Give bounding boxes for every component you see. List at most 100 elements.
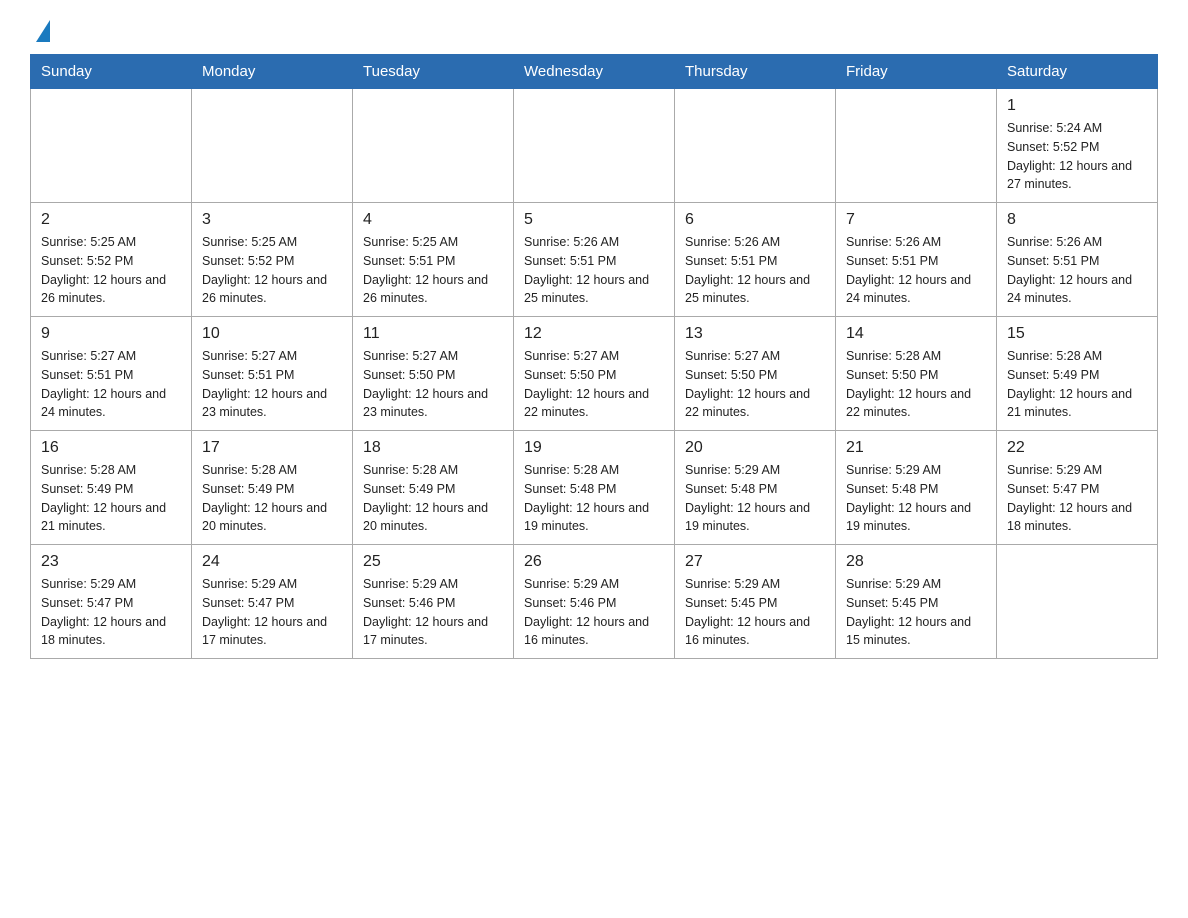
calendar-day-cell: 4 Sunrise: 5:25 AM Sunset: 5:51 PM Daylig… xyxy=(353,203,514,317)
calendar-day-cell: 11 Sunrise: 5:27 AM Sunset: 5:50 PM Dayli… xyxy=(353,317,514,431)
day-info: Sunrise: 5:25 AM Sunset: 5:52 PM Dayligh… xyxy=(202,233,342,308)
header xyxy=(30,20,1158,44)
day-info: Sunrise: 5:28 AM Sunset: 5:48 PM Dayligh… xyxy=(524,461,664,536)
day-info: Sunrise: 5:27 AM Sunset: 5:50 PM Dayligh… xyxy=(363,347,503,422)
day-info: Sunrise: 5:29 AM Sunset: 5:46 PM Dayligh… xyxy=(524,575,664,650)
calendar-day-cell: 19 Sunrise: 5:28 AM Sunset: 5:48 PM Dayli… xyxy=(514,431,675,545)
logo-triangle-icon xyxy=(36,20,50,42)
calendar-day-cell: 16 Sunrise: 5:28 AM Sunset: 5:49 PM Dayli… xyxy=(31,431,192,545)
day-number: 3 xyxy=(202,211,342,229)
day-number: 1 xyxy=(1007,97,1147,115)
calendar-day-cell: 27 Sunrise: 5:29 AM Sunset: 5:45 PM Dayli… xyxy=(675,545,836,659)
day-number: 18 xyxy=(363,439,503,457)
day-number: 5 xyxy=(524,211,664,229)
day-number: 25 xyxy=(363,553,503,571)
calendar-week-row: 1 Sunrise: 5:24 AM Sunset: 5:52 PM Daylig… xyxy=(31,89,1158,203)
day-number: 15 xyxy=(1007,325,1147,343)
calendar-week-row: 16 Sunrise: 5:28 AM Sunset: 5:49 PM Dayli… xyxy=(31,431,1158,545)
day-info: Sunrise: 5:25 AM Sunset: 5:52 PM Dayligh… xyxy=(41,233,181,308)
calendar-day-cell: 3 Sunrise: 5:25 AM Sunset: 5:52 PM Daylig… xyxy=(192,203,353,317)
day-of-week-header: Saturday xyxy=(997,55,1158,89)
calendar-day-cell xyxy=(997,545,1158,659)
day-number: 23 xyxy=(41,553,181,571)
calendar-day-cell: 23 Sunrise: 5:29 AM Sunset: 5:47 PM Dayli… xyxy=(31,545,192,659)
day-number: 11 xyxy=(363,325,503,343)
day-info: Sunrise: 5:29 AM Sunset: 5:45 PM Dayligh… xyxy=(685,575,825,650)
calendar-day-cell: 1 Sunrise: 5:24 AM Sunset: 5:52 PM Daylig… xyxy=(997,89,1158,203)
day-number: 26 xyxy=(524,553,664,571)
calendar-day-cell: 14 Sunrise: 5:28 AM Sunset: 5:50 PM Dayli… xyxy=(836,317,997,431)
day-of-week-header: Sunday xyxy=(31,55,192,89)
calendar-day-cell: 24Sunrise: 5:29 AM Sunset: 5:47 PM Dayli… xyxy=(192,545,353,659)
day-info: Sunrise: 5:26 AM Sunset: 5:51 PM Dayligh… xyxy=(685,233,825,308)
calendar-day-cell: 2 Sunrise: 5:25 AM Sunset: 5:52 PM Daylig… xyxy=(31,203,192,317)
day-info: Sunrise: 5:26 AM Sunset: 5:51 PM Dayligh… xyxy=(846,233,986,308)
day-number: 10 xyxy=(202,325,342,343)
calendar-day-cell xyxy=(353,89,514,203)
day-of-week-header: Thursday xyxy=(675,55,836,89)
day-info: Sunrise: 5:29 AM Sunset: 5:47 PM Dayligh… xyxy=(41,575,181,650)
day-number: 20 xyxy=(685,439,825,457)
calendar-day-cell: 20 Sunrise: 5:29 AM Sunset: 5:48 PM Dayli… xyxy=(675,431,836,545)
calendar-day-cell: 12 Sunrise: 5:27 AM Sunset: 5:50 PM Dayli… xyxy=(514,317,675,431)
day-number: 16 xyxy=(41,439,181,457)
day-info: Sunrise: 5:24 AM Sunset: 5:52 PM Dayligh… xyxy=(1007,119,1147,194)
day-info: Sunrise: 5:26 AM Sunset: 5:51 PM Dayligh… xyxy=(1007,233,1147,308)
calendar-day-cell: 7 Sunrise: 5:26 AM Sunset: 5:51 PM Daylig… xyxy=(836,203,997,317)
calendar-day-cell xyxy=(514,89,675,203)
day-number: 12 xyxy=(524,325,664,343)
day-info: Sunrise: 5:27 AM Sunset: 5:50 PM Dayligh… xyxy=(524,347,664,422)
calendar-table: SundayMondayTuesdayWednesdayThursdayFrid… xyxy=(30,54,1158,659)
calendar-day-cell: 17 Sunrise: 5:28 AM Sunset: 5:49 PM Dayli… xyxy=(192,431,353,545)
day-info: Sunrise: 5:28 AM Sunset: 5:49 PM Dayligh… xyxy=(363,461,503,536)
day-info: Sunrise: 5:28 AM Sunset: 5:49 PM Dayligh… xyxy=(41,461,181,536)
calendar-day-cell: 9 Sunrise: 5:27 AM Sunset: 5:51 PM Daylig… xyxy=(31,317,192,431)
calendar-week-row: 23 Sunrise: 5:29 AM Sunset: 5:47 PM Dayli… xyxy=(31,545,1158,659)
logo xyxy=(30,20,50,44)
day-number: 21 xyxy=(846,439,986,457)
day-info: Sunrise: 5:25 AM Sunset: 5:51 PM Dayligh… xyxy=(363,233,503,308)
day-number: 8 xyxy=(1007,211,1147,229)
day-number: 7 xyxy=(846,211,986,229)
day-info: Sunrise: 5:27 AM Sunset: 5:51 PM Dayligh… xyxy=(202,347,342,422)
days-header-row: SundayMondayTuesdayWednesdayThursdayFrid… xyxy=(31,55,1158,89)
calendar-day-cell xyxy=(31,89,192,203)
day-info: Sunrise: 5:28 AM Sunset: 5:49 PM Dayligh… xyxy=(202,461,342,536)
day-number: 27 xyxy=(685,553,825,571)
day-number: 28 xyxy=(846,553,986,571)
calendar-week-row: 9 Sunrise: 5:27 AM Sunset: 5:51 PM Daylig… xyxy=(31,317,1158,431)
day-number: 22 xyxy=(1007,439,1147,457)
day-of-week-header: Tuesday xyxy=(353,55,514,89)
calendar-day-cell: 25 Sunrise: 5:29 AM Sunset: 5:46 PM Dayli… xyxy=(353,545,514,659)
day-number: 13 xyxy=(685,325,825,343)
calendar-day-cell: 18 Sunrise: 5:28 AM Sunset: 5:49 PM Dayli… xyxy=(353,431,514,545)
day-info: Sunrise: 5:28 AM Sunset: 5:49 PM Dayligh… xyxy=(1007,347,1147,422)
calendar-day-cell xyxy=(675,89,836,203)
day-info: Sunrise: 5:29 AM Sunset: 5:48 PM Dayligh… xyxy=(685,461,825,536)
day-of-week-header: Friday xyxy=(836,55,997,89)
day-of-week-header: Monday xyxy=(192,55,353,89)
day-number: 9 xyxy=(41,325,181,343)
calendar-day-cell: 13 Sunrise: 5:27 AM Sunset: 5:50 PM Dayli… xyxy=(675,317,836,431)
calendar-week-row: 2 Sunrise: 5:25 AM Sunset: 5:52 PM Daylig… xyxy=(31,203,1158,317)
day-info: Sunrise: 5:28 AM Sunset: 5:50 PM Dayligh… xyxy=(846,347,986,422)
calendar-day-cell: 28Sunrise: 5:29 AM Sunset: 5:45 PM Dayli… xyxy=(836,545,997,659)
day-number: 14 xyxy=(846,325,986,343)
day-of-week-header: Wednesday xyxy=(514,55,675,89)
day-info: Sunrise: 5:27 AM Sunset: 5:50 PM Dayligh… xyxy=(685,347,825,422)
day-info: Sunrise: 5:26 AM Sunset: 5:51 PM Dayligh… xyxy=(524,233,664,308)
day-number: 19 xyxy=(524,439,664,457)
day-number: 24 xyxy=(202,553,342,571)
day-number: 6 xyxy=(685,211,825,229)
day-info: Sunrise: 5:27 AM Sunset: 5:51 PM Dayligh… xyxy=(41,347,181,422)
calendar-day-cell: 5 Sunrise: 5:26 AM Sunset: 5:51 PM Daylig… xyxy=(514,203,675,317)
day-info: Sunrise: 5:29 AM Sunset: 5:46 PM Dayligh… xyxy=(363,575,503,650)
day-number: 2 xyxy=(41,211,181,229)
calendar-day-cell xyxy=(192,89,353,203)
calendar-day-cell: 21 Sunrise: 5:29 AM Sunset: 5:48 PM Dayli… xyxy=(836,431,997,545)
calendar-day-cell: 26 Sunrise: 5:29 AM Sunset: 5:46 PM Dayli… xyxy=(514,545,675,659)
day-info: Sunrise: 5:29 AM Sunset: 5:48 PM Dayligh… xyxy=(846,461,986,536)
day-number: 4 xyxy=(363,211,503,229)
day-number: 17 xyxy=(202,439,342,457)
calendar-day-cell: 10 Sunrise: 5:27 AM Sunset: 5:51 PM Dayli… xyxy=(192,317,353,431)
